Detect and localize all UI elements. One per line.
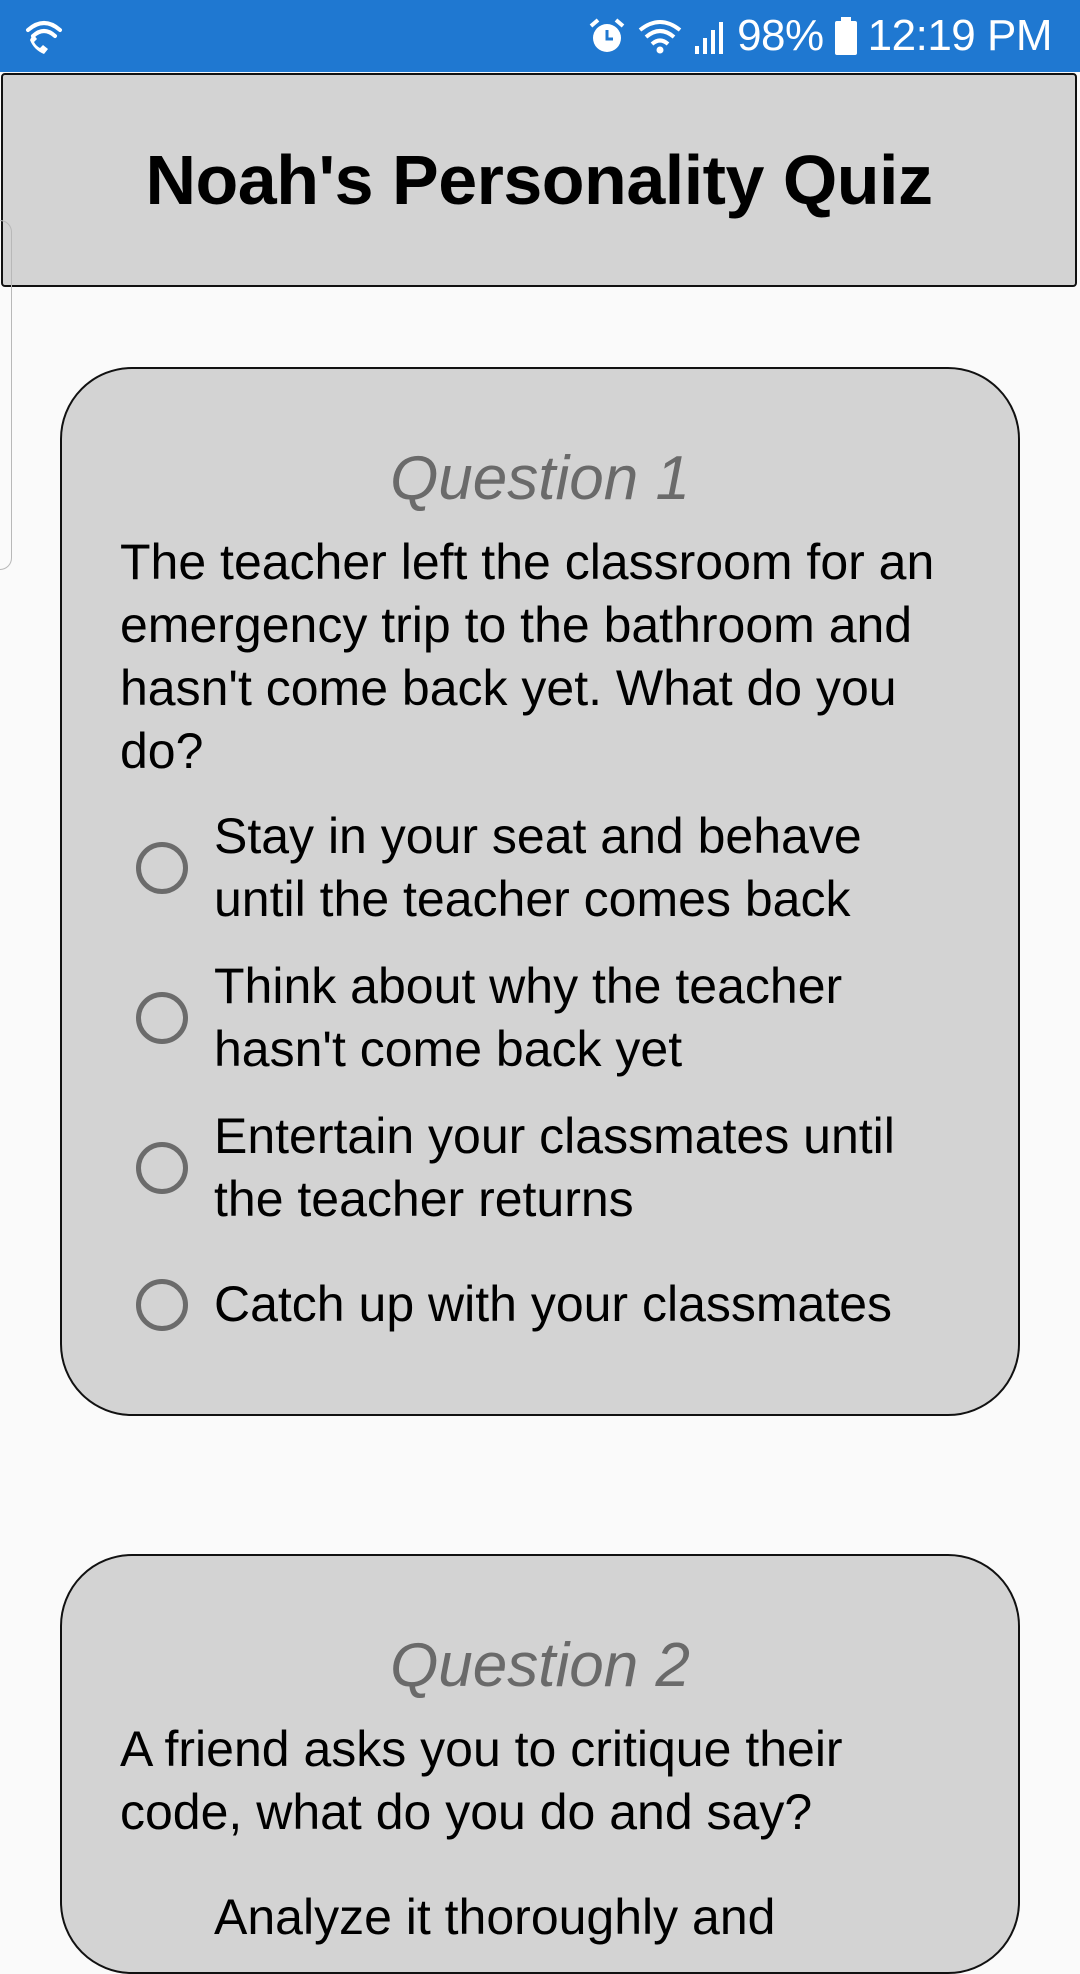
wifi-icon [637, 16, 683, 56]
answer-options: Analyze it thoroughly and [120, 1886, 960, 1949]
question-card: Question 2 A friend asks you to critique… [60, 1554, 1020, 1974]
question-text: A friend asks you to critique their code… [120, 1721, 843, 1840]
question-card: Question 1 The teacher left the classroo… [60, 367, 1020, 1416]
wifi-call-icon [22, 14, 66, 58]
battery-percent: 98% [737, 11, 824, 60]
option-label: Entertain your classmates until the teac… [214, 1108, 895, 1227]
answer-option[interactable]: Catch up with your classmates [136, 1273, 960, 1336]
app-header: Noah's Personality Quiz [1, 73, 1077, 287]
answer-option[interactable]: Stay in your seat and behave until the t… [136, 805, 960, 931]
option-label: Stay in your seat and behave until the t… [214, 808, 862, 927]
question-title: Question 2 [390, 1631, 690, 1700]
question-text: The teacher left the classroom for an em… [120, 534, 935, 779]
option-label: Analyze it thoroughly and [214, 1889, 776, 1945]
battery-icon [834, 16, 858, 56]
answer-options: Stay in your seat and behave until the t… [120, 805, 960, 1336]
answer-option[interactable]: Entertain your classmates until the teac… [136, 1105, 960, 1231]
option-label: Catch up with your classmates [214, 1276, 893, 1332]
option-label: Think about why the teacher hasn't come … [214, 958, 843, 1077]
edge-panel-handle[interactable] [0, 220, 12, 570]
answer-option[interactable]: Analyze it thoroughly and [136, 1886, 960, 1949]
radio-button[interactable] [136, 992, 188, 1044]
answer-option[interactable]: Think about why the teacher hasn't come … [136, 955, 960, 1081]
status-bar: 98% 12:19 PM [0, 0, 1080, 72]
alarm-icon [587, 16, 627, 56]
radio-button[interactable] [136, 1278, 188, 1331]
clock-time: 12:19 PM [867, 11, 1053, 60]
question-title: Question 1 [390, 444, 690, 513]
radio-button[interactable] [136, 1142, 188, 1194]
signal-icon [693, 16, 727, 56]
page-title: Noah's Personality Quiz [145, 141, 933, 219]
radio-button[interactable] [136, 842, 188, 894]
